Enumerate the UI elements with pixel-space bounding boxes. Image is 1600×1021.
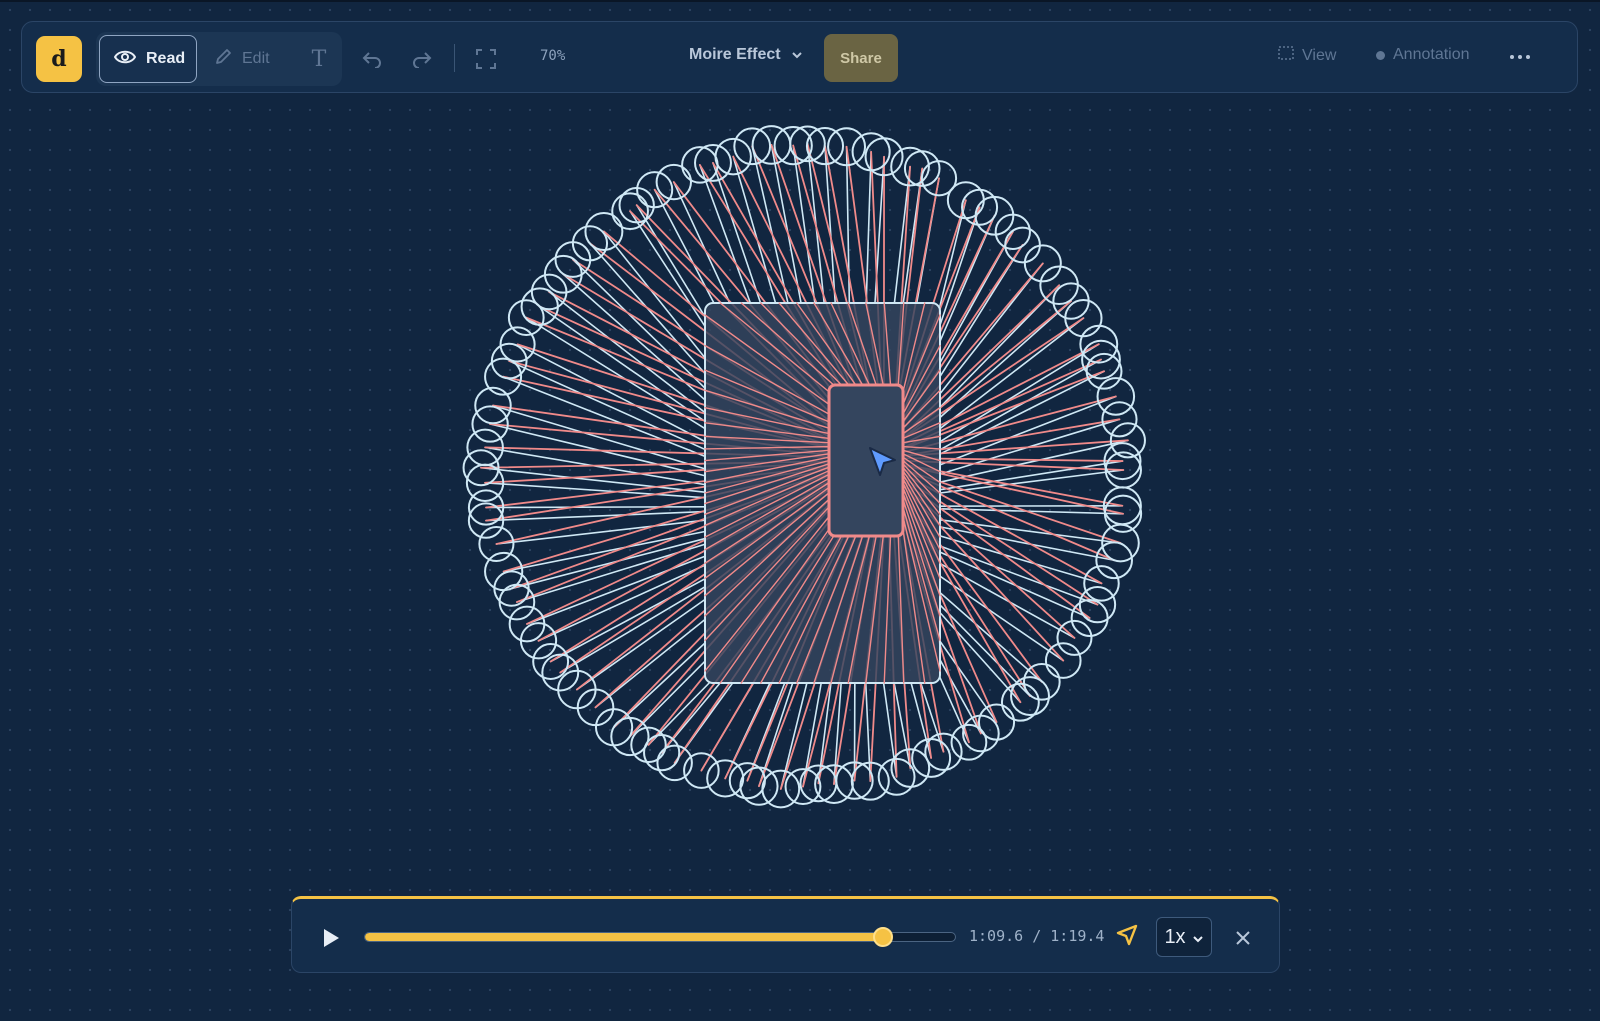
frame-icon — [1278, 46, 1294, 65]
document-selector[interactable]: Moire Effect — [689, 46, 803, 64]
white-ray — [939, 395, 1117, 466]
fullscreen-icon[interactable] — [473, 46, 499, 72]
zoom-level[interactable]: 70% — [540, 48, 565, 64]
current-time: 1:09.6 — [969, 927, 1024, 945]
close-icon[interactable] — [1230, 925, 1256, 951]
redo-icon[interactable] — [409, 46, 435, 72]
white-ray — [939, 469, 1125, 494]
progress-fill — [365, 933, 883, 941]
document-title: Moire Effect — [689, 46, 781, 63]
time-separator: / — [1032, 927, 1042, 945]
replay-player: 1:09.6 / 1:19.4 1x — [291, 896, 1280, 973]
progress-track[interactable] — [364, 932, 956, 942]
play-icon[interactable] — [318, 925, 344, 951]
eye-icon — [113, 49, 137, 70]
white-ray — [485, 505, 706, 509]
pencil-icon — [214, 48, 232, 71]
time-readout: 1:09.6 / 1:19.4 — [969, 927, 1104, 945]
white-ray — [939, 575, 1065, 662]
edit-mode-button[interactable]: Edit — [214, 35, 270, 83]
share-button[interactable]: Share — [824, 34, 898, 82]
white-ray — [865, 150, 872, 304]
speed-select[interactable]: 1x — [1156, 917, 1212, 957]
speed-label: 1x — [1164, 925, 1186, 948]
top-toolbar: d Read Edit T 70% Moire Effect Share Vie… — [21, 21, 1578, 93]
read-mode-button[interactable]: Read — [99, 35, 197, 83]
total-time: 1:19.4 — [1050, 927, 1105, 945]
toolbar-divider — [454, 44, 455, 72]
white-ray — [537, 564, 706, 642]
mode-switcher: Read Edit T — [96, 32, 342, 86]
view-button[interactable]: View — [1278, 46, 1336, 65]
annotation-label: Annotation — [1393, 46, 1470, 63]
progress-thumb[interactable] — [873, 927, 894, 947]
cursor-toggle-icon[interactable] — [1114, 923, 1142, 951]
annotation-button[interactable]: Annotation — [1376, 46, 1470, 64]
text-icon[interactable]: T — [304, 42, 334, 76]
chevron-down-icon — [791, 46, 803, 64]
read-mode-label: Read — [146, 50, 186, 67]
white-ray — [629, 210, 706, 328]
white-ray — [548, 291, 706, 414]
view-label: View — [1302, 46, 1337, 64]
drawing-canvas[interactable] — [0, 0, 1600, 1021]
more-icon[interactable] — [1506, 44, 1534, 70]
annotation-dot-icon — [1376, 50, 1385, 60]
app-logo[interactable]: d — [36, 36, 82, 82]
white-ray — [939, 562, 1076, 639]
undo-icon[interactable] — [359, 46, 385, 72]
white-ray — [495, 519, 706, 545]
edit-mode-label: Edit — [242, 50, 270, 67]
chevron-down-icon — [1192, 926, 1204, 949]
